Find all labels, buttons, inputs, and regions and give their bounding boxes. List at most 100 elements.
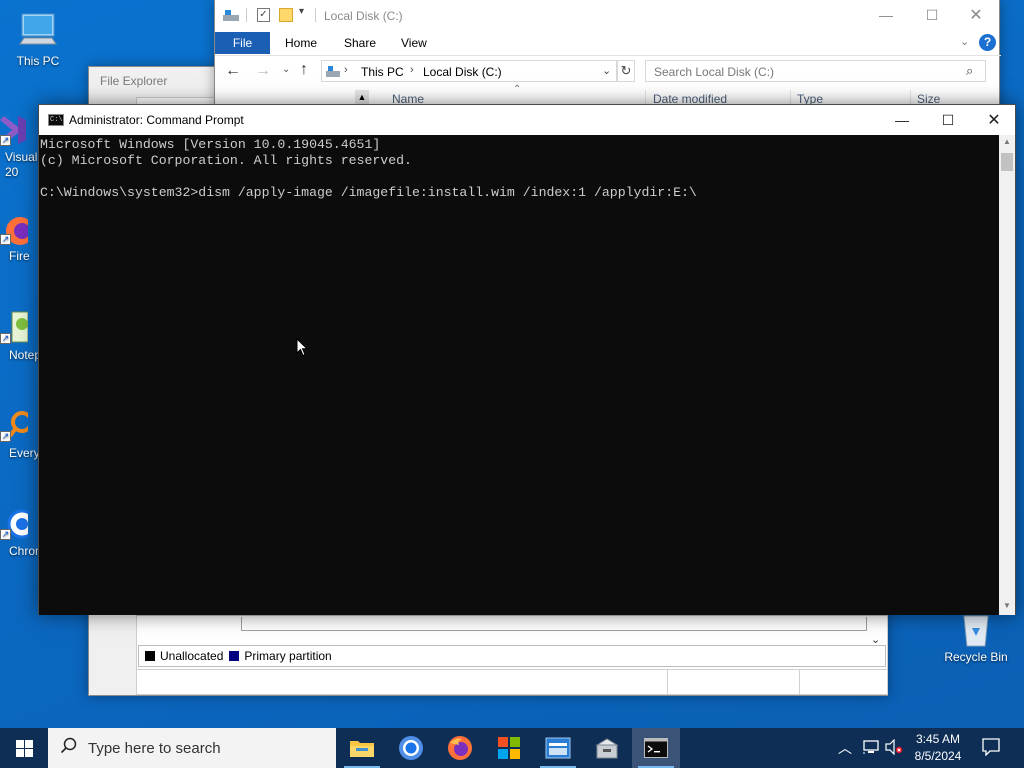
close-button[interactable]: ✕ bbox=[953, 0, 999, 30]
legend-label-primary: Primary partition bbox=[244, 649, 332, 663]
taskbar-app-store[interactable] bbox=[485, 728, 533, 768]
tab-home[interactable]: Home bbox=[275, 32, 327, 54]
shortcut-arrow-icon: ↗ bbox=[0, 529, 11, 540]
taskbar-search-box[interactable]: Type here to search bbox=[48, 728, 336, 768]
network-icon[interactable] bbox=[862, 739, 880, 758]
search-icon: ⌕ bbox=[966, 63, 974, 78]
maximize-button[interactable]: ☐ bbox=[925, 105, 971, 135]
expand-ribbon-icon[interactable]: ⌄ bbox=[960, 35, 969, 48]
desktop-icon-label: Chron bbox=[9, 544, 42, 558]
chrome-icon bbox=[399, 736, 423, 760]
desktop-icon-everything[interactable]: ↗ Every bbox=[0, 408, 40, 460]
file-explorer-window[interactable]: ✓ ▾ Local Disk (C:) — ☐ ✕ File Home Shar… bbox=[214, 0, 1001, 110]
help-icon[interactable]: ? bbox=[979, 34, 996, 51]
taskbar-app-chrome[interactable] bbox=[387, 728, 435, 768]
taskbar-app-file-explorer[interactable] bbox=[338, 728, 386, 768]
new-folder-quick-icon[interactable] bbox=[279, 8, 293, 22]
search-input[interactable]: Search Local Disk (C:) ⌕ bbox=[645, 60, 986, 82]
clock-time[interactable]: 3:45 AM bbox=[906, 732, 970, 746]
shortcut-arrow-icon: ↗ bbox=[0, 333, 11, 344]
window-title: Administrator: Command Prompt bbox=[69, 113, 244, 127]
volume-muted-icon[interactable] bbox=[885, 738, 903, 758]
computer-icon bbox=[18, 10, 58, 52]
refresh-button[interactable]: ↻ bbox=[617, 60, 635, 82]
desktop-icon-label: Fire bbox=[9, 249, 30, 263]
title-separator bbox=[315, 8, 316, 22]
maximize-button[interactable]: ☐ bbox=[909, 0, 955, 30]
desktop-icon-label: Visual 20 bbox=[5, 150, 38, 179]
legend-label-unallocated: Unallocated bbox=[160, 649, 224, 663]
recent-locations-icon[interactable]: ⌄ bbox=[282, 64, 290, 75]
taskbar-app-command-prompt[interactable] bbox=[632, 728, 680, 768]
breadcrumb-separator-icon: › bbox=[344, 64, 348, 76]
search-placeholder: Search Local Disk (C:) bbox=[654, 65, 775, 79]
desktop-icon-label: Notep bbox=[9, 348, 42, 362]
disk-management-icon bbox=[545, 737, 571, 759]
store-icon bbox=[498, 737, 520, 759]
notepad-icon: ↗ bbox=[0, 310, 29, 346]
minimize-button[interactable]: — bbox=[863, 0, 909, 30]
taskbar-app-firefox[interactable] bbox=[436, 728, 484, 768]
close-button[interactable]: ✕ bbox=[971, 105, 1017, 135]
nav-scroll-up-icon[interactable]: ▲ bbox=[355, 90, 369, 104]
properties-quick-icon[interactable]: ✓ bbox=[257, 8, 270, 22]
desktop-icon-this-pc[interactable]: This PC bbox=[3, 10, 73, 68]
window-title: File Explorer bbox=[100, 74, 168, 88]
forward-icon[interactable]: → bbox=[255, 62, 271, 80]
cmd-output[interactable]: Microsoft Windows [Version 10.0.19045.46… bbox=[39, 135, 1000, 615]
title-separator bbox=[246, 8, 247, 22]
tab-share[interactable]: Share bbox=[334, 32, 386, 54]
firefox-icon bbox=[448, 736, 472, 760]
desktop-icon-firefox[interactable]: ↗ Fire bbox=[0, 213, 38, 263]
show-hidden-icons-icon[interactable]: ︿ bbox=[838, 738, 852, 758]
legend-bar: Unallocated Primary partition bbox=[138, 645, 886, 667]
desktop-icon-notepad[interactable]: ↗ Notep bbox=[0, 310, 42, 362]
tab-view[interactable]: View bbox=[391, 32, 437, 54]
clock-date[interactable]: 8/5/2024 bbox=[906, 749, 970, 763]
status-bar bbox=[137, 669, 887, 694]
desktop-icon-label: Every bbox=[9, 446, 40, 460]
minimize-button[interactable]: — bbox=[879, 105, 925, 135]
address-dropdown-icon[interactable]: ⌄ bbox=[602, 64, 611, 77]
search-icon bbox=[60, 737, 78, 755]
scroll-thumb[interactable] bbox=[1001, 153, 1013, 171]
scroll-down-icon[interactable]: ▼ bbox=[1003, 601, 1011, 610]
shortcut-arrow-icon: ↗ bbox=[0, 234, 11, 245]
firefox-icon: ↗ bbox=[0, 213, 34, 247]
taskbar-search-placeholder: Type here to search bbox=[88, 740, 221, 757]
scroll-up-icon[interactable]: ▲ bbox=[1003, 137, 1011, 146]
legend-swatch-unallocated bbox=[145, 651, 155, 661]
tab-file[interactable]: File bbox=[215, 32, 270, 54]
desktop-icon-visual-studio[interactable]: ↗ Visual 20 bbox=[0, 112, 38, 180]
notifications-icon[interactable] bbox=[982, 738, 1000, 759]
cmd-title-bar[interactable]: C:\ Administrator: Command Prompt — ☐ ✕ bbox=[39, 105, 1015, 135]
up-icon[interactable]: ↑ bbox=[300, 61, 308, 79]
command-prompt-window[interactable]: C:\ Administrator: Command Prompt — ☐ ✕ … bbox=[38, 104, 1016, 615]
desktop-icon-chrome[interactable]: ↗ Chron bbox=[0, 506, 42, 558]
back-icon[interactable]: ← bbox=[225, 62, 241, 80]
breadcrumb-this-pc[interactable]: This PC bbox=[361, 65, 404, 79]
console-line: (c) Microsoft Corporation. All rights re… bbox=[40, 153, 412, 168]
quick-access-dropdown-icon[interactable]: ▾ bbox=[299, 6, 304, 17]
cmd-app-icon: C:\ bbox=[48, 114, 64, 126]
command-prompt-icon bbox=[644, 738, 668, 758]
address-bar[interactable]: › This PC › Local Disk (C:) ⌄ bbox=[321, 60, 617, 82]
visual-studio-icon: ↗ bbox=[0, 112, 28, 148]
breadcrumb-separator-icon: › bbox=[410, 64, 414, 76]
desktop-icon-recycle-bin[interactable]: Recycle Bin bbox=[940, 610, 1012, 664]
start-button[interactable] bbox=[0, 728, 48, 768]
ribbon-divider bbox=[215, 55, 1001, 56]
cmd-scrollbar[interactable]: ▲ ▼ bbox=[999, 135, 1015, 615]
setup-icon bbox=[595, 738, 619, 759]
breadcrumb-local-disk[interactable]: Local Disk (C:) bbox=[423, 65, 502, 79]
taskbar-app-disk-management[interactable] bbox=[534, 728, 582, 768]
recycle-bin-icon bbox=[958, 610, 994, 648]
desktop-icon-label: Recycle Bin bbox=[944, 650, 1008, 664]
sort-up-icon: ⌃ bbox=[513, 84, 522, 95]
folder-icon bbox=[350, 741, 374, 757]
taskbar: Type here to search ︿ 3:45 AM 8/5/2024 bbox=[0, 728, 1024, 768]
taskbar-app-setup[interactable] bbox=[583, 728, 631, 768]
shortcut-arrow-icon: ↗ bbox=[0, 431, 11, 442]
disk-graphic-bar bbox=[241, 617, 867, 631]
